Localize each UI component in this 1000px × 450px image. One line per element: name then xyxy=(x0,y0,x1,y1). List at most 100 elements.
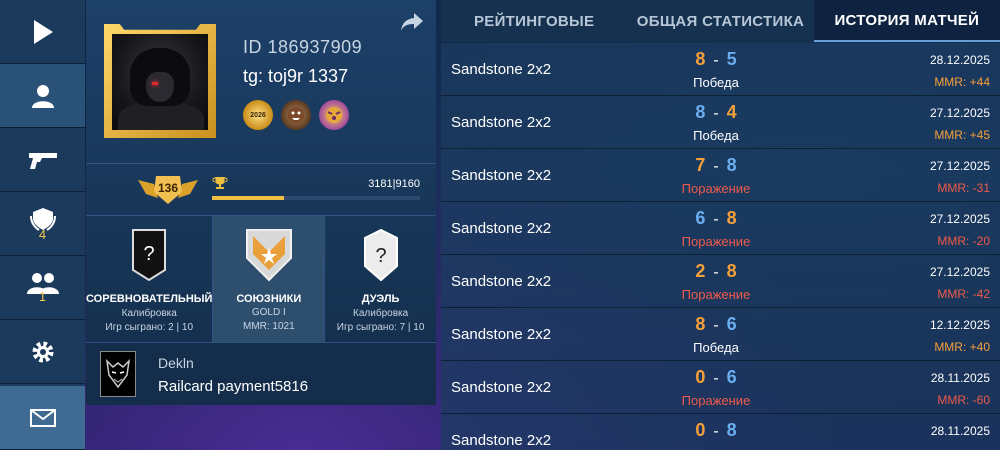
score-left: 0 xyxy=(695,420,706,440)
trophy-icon xyxy=(212,177,228,189)
profile-panel: ID 186937909 tg: toj9r 1337 2026 136 318… xyxy=(86,0,436,405)
player-name: tg: toj9r 1337 xyxy=(243,66,349,86)
match-map: Sandstone 2x2 xyxy=(451,61,552,78)
rank-games: Игр сыграно: 2 | 10 xyxy=(105,322,194,333)
xp-progress-bar xyxy=(212,196,420,200)
tab-ranked[interactable]: РЕЙТИНГОВЫЕ xyxy=(441,0,627,42)
score-dash: - xyxy=(713,52,719,69)
match-row[interactable]: Sandstone 2x2 7-8 Поражение 27.12.2025 MMR: … xyxy=(441,149,1000,202)
match-row[interactable]: Sandstone 2x2 6-8 Поражение 27.12.2025 MMR: … xyxy=(441,202,1000,255)
match-row[interactable]: Sandstone 2x2 0-6 Поражение 28.11.2025 MMR: … xyxy=(441,361,1000,414)
match-row[interactable]: Sandstone 2x2 0-8 28.11.2025 xyxy=(441,414,1000,450)
share-icon[interactable] xyxy=(400,12,424,32)
mail-icon xyxy=(29,408,56,427)
badge-beast[interactable] xyxy=(281,100,311,130)
rank-subtitle: Калибровка xyxy=(353,308,409,319)
badge-tiger[interactable] xyxy=(319,100,349,130)
sidebar-item-weapons[interactable] xyxy=(0,128,85,192)
match-score: 0-6 xyxy=(681,367,751,388)
match-row[interactable]: Sandstone 2x2 2-8 Поражение 27.12.2025 MMR: … xyxy=(441,255,1000,308)
xp-progress-fill xyxy=(212,196,285,200)
sidebar-item-settings[interactable] xyxy=(0,320,85,384)
score-dash: - xyxy=(713,211,719,228)
score-dash: - xyxy=(713,158,719,175)
match-score: 0-8 xyxy=(681,420,751,441)
match-result: Поражение xyxy=(681,181,751,196)
score-right: 8 xyxy=(726,155,737,175)
achievements-count: 4 xyxy=(38,227,47,242)
player-id: ID 186937909 xyxy=(243,37,363,57)
divider xyxy=(86,163,436,164)
score-dash: - xyxy=(713,423,719,440)
weapon-icon xyxy=(28,152,57,169)
sidebar-item-play[interactable] xyxy=(0,0,85,64)
avatar-image xyxy=(112,34,208,130)
match-mmr: MMR: -20 xyxy=(937,234,990,248)
sidebar-item-profile[interactable] xyxy=(0,64,85,128)
match-result: Победа xyxy=(693,340,739,355)
score-right: 5 xyxy=(726,49,737,69)
sidebar: 4 1 xyxy=(0,0,85,450)
sidebar-item-achievements[interactable]: 4 xyxy=(0,192,85,256)
settings-icon xyxy=(32,341,53,362)
rank-competitive[interactable]: ? СОРЕВНОВАТЕЛЬНЫЙ Калибровка Игр сыгран… xyxy=(86,216,214,342)
play-icon xyxy=(33,19,53,44)
svg-text:?: ? xyxy=(375,245,386,267)
svg-text:?: ? xyxy=(144,243,155,265)
rank-title: СОЮЗНИКИ xyxy=(236,293,302,305)
match-result: Поражение xyxy=(681,393,751,408)
avatar[interactable] xyxy=(104,24,216,138)
friends-count: 1 xyxy=(38,289,47,304)
score-dash: - xyxy=(713,264,719,281)
score-right: 4 xyxy=(726,102,737,122)
rank-mmr: MMR: 1021 xyxy=(242,321,295,332)
rank-modes: ? СОРЕВНОВАТЕЛЬНЫЙ Калибровка Игр сыгран… xyxy=(86,216,436,342)
score-left: 8 xyxy=(695,102,706,122)
match-date: 27.12.2025 xyxy=(929,106,990,120)
match-map: Sandstone 2x2 xyxy=(451,273,552,290)
match-score: 2-8 xyxy=(681,261,751,282)
clan-logo xyxy=(100,351,136,397)
match-list: Sandstone 2x2 8-5 Победа 28.12.2025 MMR: +44… xyxy=(441,43,1000,450)
clan-card[interactable]: Dekln Railcard payment5816 xyxy=(86,343,436,405)
tab-match-history[interactable]: ИСТОРИЯ МАТЧЕЙ xyxy=(813,0,1000,42)
match-mmr: MMR: +44 xyxy=(934,75,990,89)
match-date: 28.11.2025 xyxy=(930,424,990,438)
match-row[interactable]: Sandstone 2x2 8-5 Победа 28.12.2025 MMR: +44 xyxy=(441,43,1000,96)
match-score: 6-8 xyxy=(681,208,751,229)
sidebar-item-mail[interactable] xyxy=(0,386,85,450)
match-mmr: MMR: +40 xyxy=(934,340,990,354)
match-date: 27.12.2025 xyxy=(929,159,990,173)
match-score: 7-8 xyxy=(681,155,751,176)
score-left: 8 xyxy=(695,49,706,69)
match-mmr: MMR: +45 xyxy=(934,128,990,142)
rank-allies[interactable]: СОЮЗНИКИ GOLD I MMR: 1021 xyxy=(213,216,326,342)
xp-text: 3181|9160 xyxy=(368,178,420,190)
match-score: 8-6 xyxy=(681,314,751,335)
match-result: Поражение xyxy=(681,234,751,249)
score-left: 2 xyxy=(695,261,706,281)
score-dash: - xyxy=(713,370,719,387)
score-left: 8 xyxy=(695,314,706,334)
rank-title: ДУЭЛЬ xyxy=(361,293,400,305)
match-row[interactable]: Sandstone 2x2 8-4 Победа 27.12.2025 MMR: +45 xyxy=(441,96,1000,149)
match-row[interactable]: Sandstone 2x2 8-6 Победа 12.12.2025 MMR: +40 xyxy=(441,308,1000,361)
gold-rank-icon xyxy=(245,229,292,282)
match-result: Победа xyxy=(693,75,739,90)
badge-2026[interactable]: 2026 xyxy=(243,100,273,130)
match-date: 27.12.2025 xyxy=(929,212,990,226)
match-map: Sandstone 2x2 xyxy=(451,432,552,449)
rank-games: Игр сыграно: 7 | 10 xyxy=(336,322,425,333)
profile-icon xyxy=(31,84,54,108)
score-left: 6 xyxy=(695,208,706,228)
match-date: 12.12.2025 xyxy=(929,318,990,332)
match-map: Sandstone 2x2 xyxy=(451,220,552,237)
rank-subtitle: GOLD I xyxy=(251,307,286,318)
sidebar-item-friends[interactable]: 1 xyxy=(0,256,85,320)
score-right: 6 xyxy=(726,314,737,334)
score-right: 8 xyxy=(726,261,737,281)
tab-general-stats[interactable]: ОБЩАЯ СТАТИСТИКА xyxy=(627,0,813,42)
rank-subtitle: Калибровка xyxy=(121,308,177,319)
rank-duel[interactable]: ? ДУЭЛЬ Калибровка Игр сыграно: 7 | 10 xyxy=(325,216,436,342)
match-date: 28.11.2025 xyxy=(930,371,990,385)
